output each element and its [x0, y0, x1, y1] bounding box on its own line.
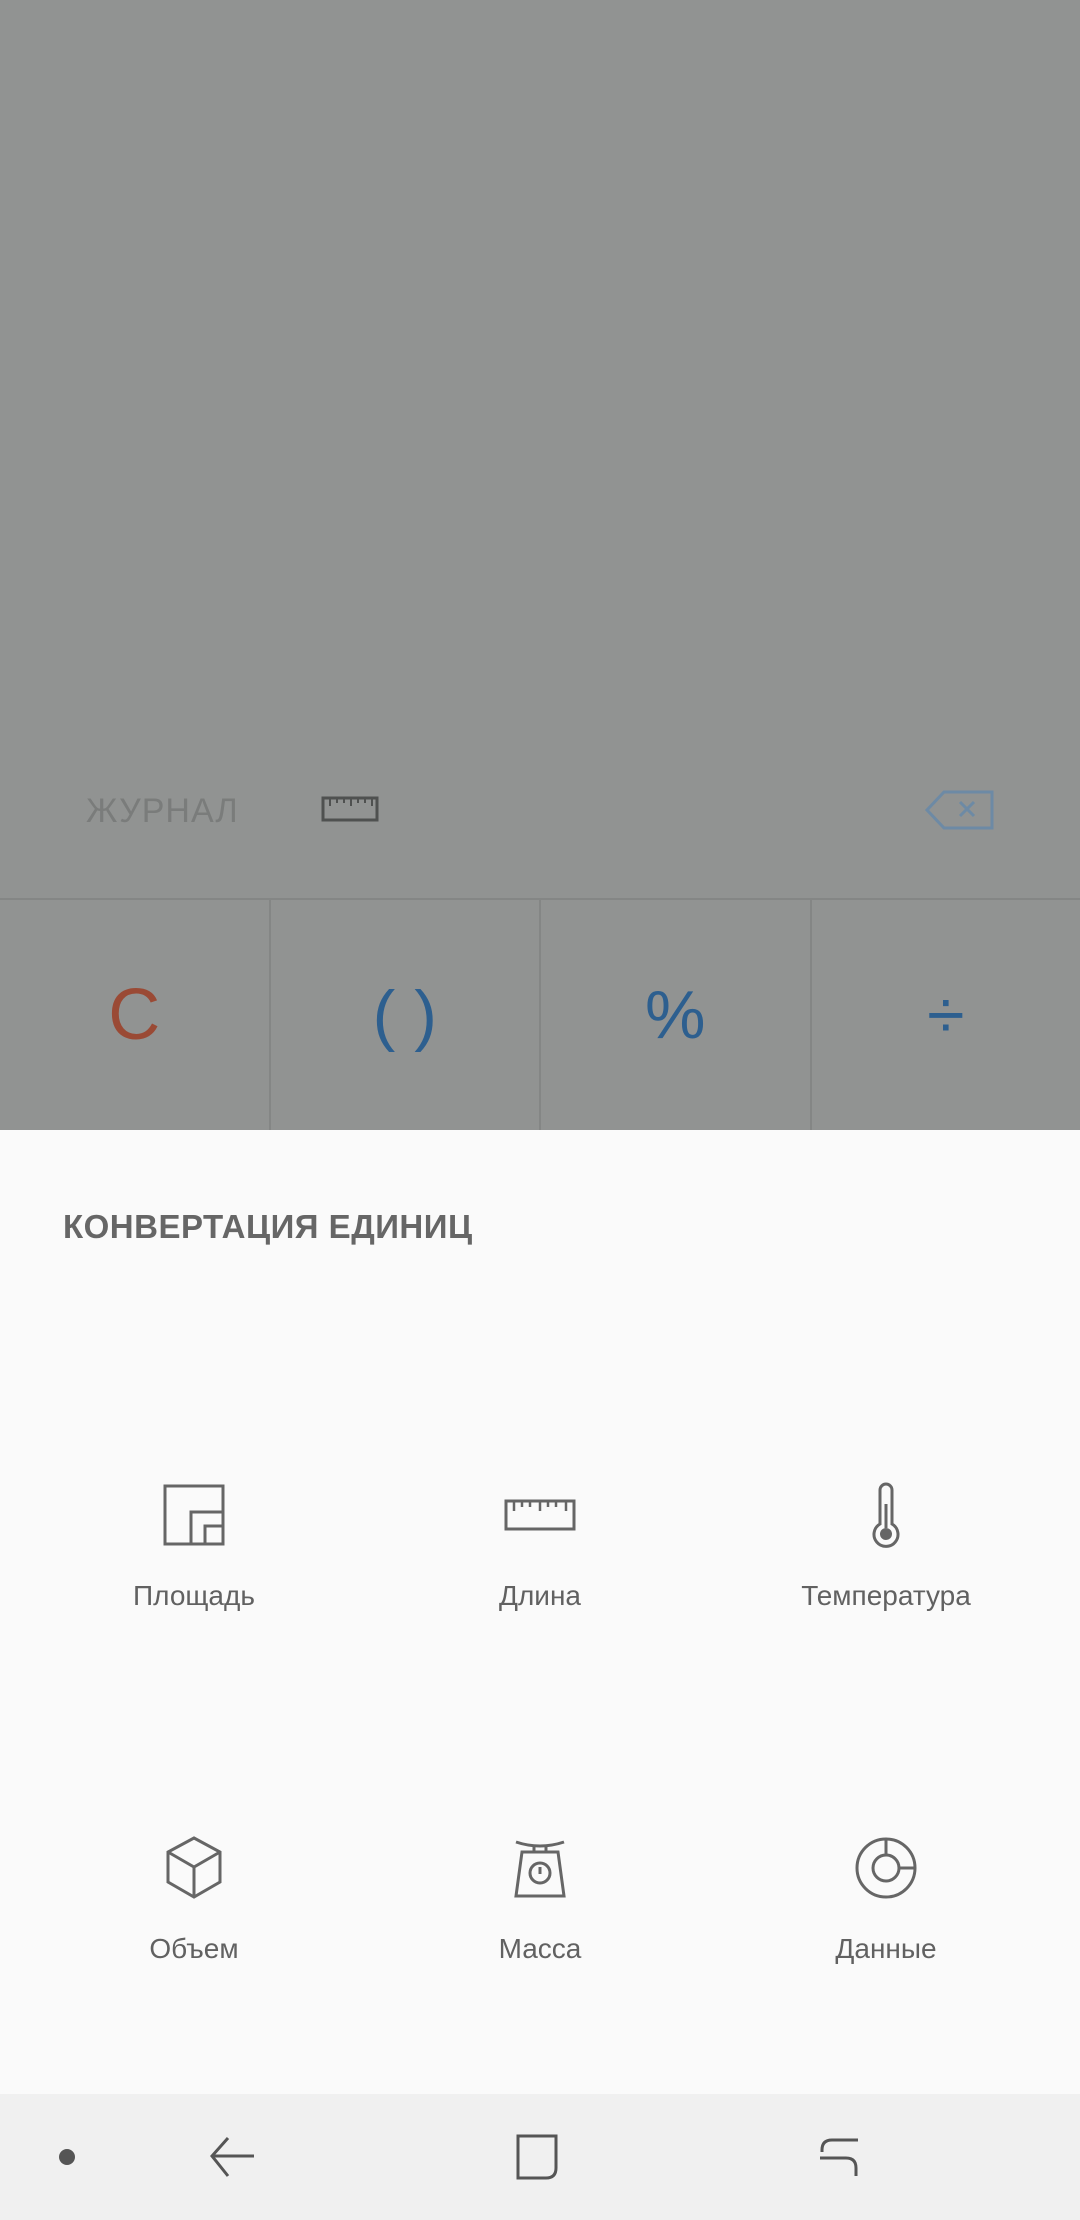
divide-key[interactable]: ÷ [812, 900, 1080, 1130]
length-icon [495, 1470, 585, 1560]
unit-mass[interactable]: Масса [367, 1823, 713, 2043]
backspace-icon[interactable] [924, 788, 996, 832]
cube-icon [149, 1823, 239, 1913]
unit-length[interactable]: Длина [367, 1470, 713, 1690]
unit-area[interactable]: Площадь [21, 1470, 367, 1690]
calculator-toolbar: ЖУРНАЛ [0, 770, 1080, 852]
percent-key[interactable]: % [541, 900, 812, 1130]
dot-icon[interactable] [34, 2124, 100, 2190]
calculator-keypad: C ( ) % ÷ [0, 900, 1080, 1130]
unit-label: Объем [149, 1933, 239, 1964]
unit-label: Температура [801, 1580, 971, 1611]
home-icon[interactable] [504, 2124, 570, 2190]
navigation-bar [0, 2094, 1080, 2220]
unit-conversion-sheet: КОНВЕРТАЦИЯ ЕДИНИЦ Площадь Длина Темпера… [0, 1130, 1080, 2094]
ruler-icon[interactable] [320, 790, 380, 830]
recents-icon[interactable] [806, 2124, 872, 2190]
scale-icon [495, 1823, 585, 1913]
data-icon [841, 1823, 931, 1913]
back-icon[interactable] [200, 2124, 266, 2190]
sheet-title: КОНВЕРТАЦИЯ ЕДИНИЦ [63, 1208, 473, 1245]
parentheses-key[interactable]: ( ) [271, 900, 541, 1130]
unit-label: Данные [835, 1933, 937, 1964]
unit-label: Площадь [133, 1580, 255, 1611]
unit-data[interactable]: Данные [713, 1823, 1059, 2043]
clear-key[interactable]: C [0, 900, 271, 1130]
journal-button[interactable]: ЖУРНАЛ [86, 792, 239, 831]
unit-label: Масса [498, 1933, 582, 1964]
area-icon [149, 1470, 239, 1560]
unit-temperature[interactable]: Температура [713, 1470, 1059, 1690]
unit-label: Длина [499, 1580, 581, 1611]
thermometer-icon [841, 1470, 931, 1560]
unit-volume[interactable]: Объем [21, 1823, 367, 2043]
calculator-background: ЖУРНАЛ C ( ) % ÷ [0, 0, 1080, 1130]
